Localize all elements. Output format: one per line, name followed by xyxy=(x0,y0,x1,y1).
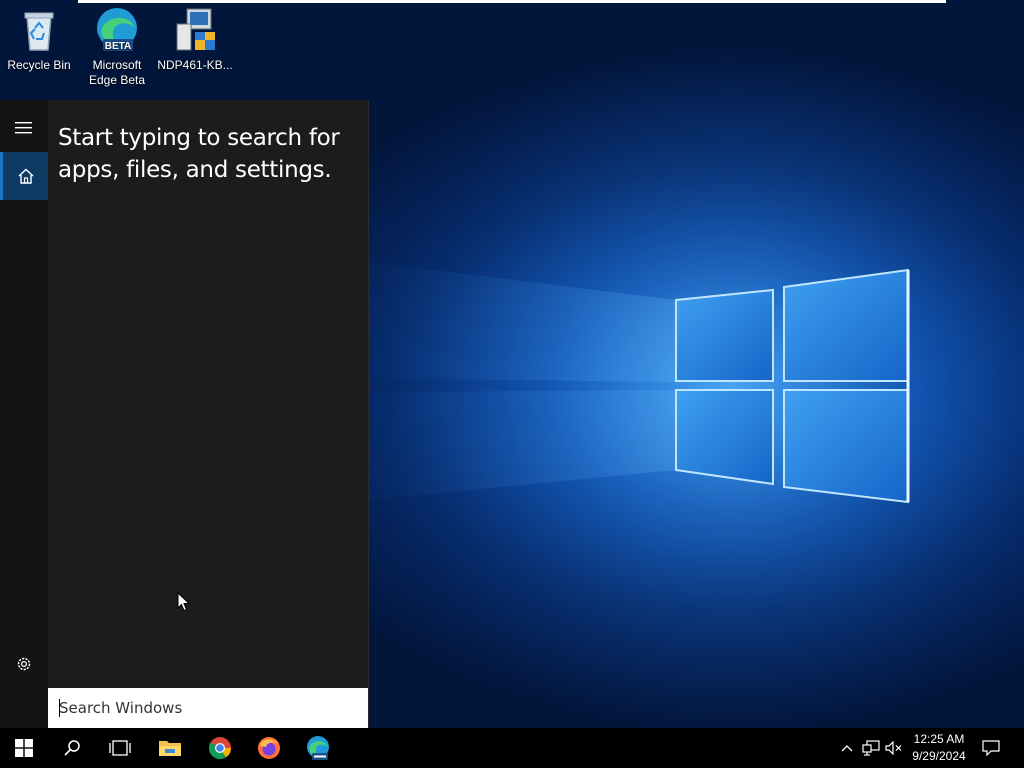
edge-beta-icon xyxy=(307,736,329,760)
chevron-up-icon xyxy=(841,745,853,752)
expand-menu-button[interactable] xyxy=(0,104,48,152)
volume-button[interactable] xyxy=(883,728,905,768)
file-explorer-button[interactable] xyxy=(146,728,194,768)
start-button[interactable] xyxy=(0,728,48,768)
recycle-bin-label: Recycle Bin xyxy=(7,58,71,72)
start-menu-panel: Start typing to search for apps, files, … xyxy=(0,100,369,728)
firefox-icon xyxy=(258,737,280,759)
mouse-cursor-icon xyxy=(177,592,191,612)
task-view-button[interactable] xyxy=(96,728,144,768)
start-rail xyxy=(0,100,48,728)
windows-logo-icon xyxy=(15,739,33,757)
gear-icon xyxy=(17,657,31,671)
action-center-button[interactable] xyxy=(978,728,1004,768)
settings-button[interactable] xyxy=(0,640,48,688)
clock[interactable]: 12:25 AM 9/29/2024 xyxy=(904,731,974,765)
folder-icon xyxy=(159,741,181,756)
hamburger-icon xyxy=(15,122,32,134)
home-icon xyxy=(18,168,33,184)
clock-date: 9/29/2024 xyxy=(912,749,966,763)
firefox-button[interactable] xyxy=(245,728,293,768)
installer-label: NDP461-KB... xyxy=(157,58,233,72)
chrome-button[interactable] xyxy=(196,728,244,768)
edge-beta-label-2: Edge Beta xyxy=(88,73,146,87)
search-box[interactable] xyxy=(48,688,368,728)
clock-time: 12:25 AM xyxy=(913,732,965,746)
edge-beta-label-1: Microsoft xyxy=(92,58,142,72)
window-edge xyxy=(78,0,946,3)
task-view-icon xyxy=(109,740,131,756)
taskbar-search-button[interactable] xyxy=(48,728,96,768)
volume-muted-icon xyxy=(885,741,902,755)
home-button[interactable] xyxy=(0,152,48,200)
text-caret xyxy=(59,699,60,717)
recycle-bin-shortcut[interactable]: Recycle Bin xyxy=(1,6,77,73)
edge-beta-icon: BETA xyxy=(97,8,137,52)
notification-icon xyxy=(982,740,1000,756)
taskbar: 12:25 AM 9/29/2024 xyxy=(0,728,1024,768)
search-hint-text: Start typing to search for apps, files, … xyxy=(58,125,340,183)
search-input[interactable] xyxy=(59,699,359,717)
edge-beta-badge: BETA xyxy=(105,41,131,52)
chrome-icon xyxy=(209,737,232,760)
installer-shortcut[interactable]: NDP461-KB... xyxy=(157,6,233,73)
search-icon xyxy=(64,740,80,756)
installer-icon xyxy=(176,8,215,51)
edge-beta-shortcut[interactable]: BETA Microsoft Edge Beta xyxy=(79,6,155,88)
recycle-bin-icon xyxy=(24,12,54,51)
show-hidden-icons-button[interactable] xyxy=(836,728,858,768)
edge-beta-taskbar-button[interactable] xyxy=(294,728,342,768)
network-button[interactable] xyxy=(860,728,882,768)
network-icon xyxy=(862,740,880,756)
